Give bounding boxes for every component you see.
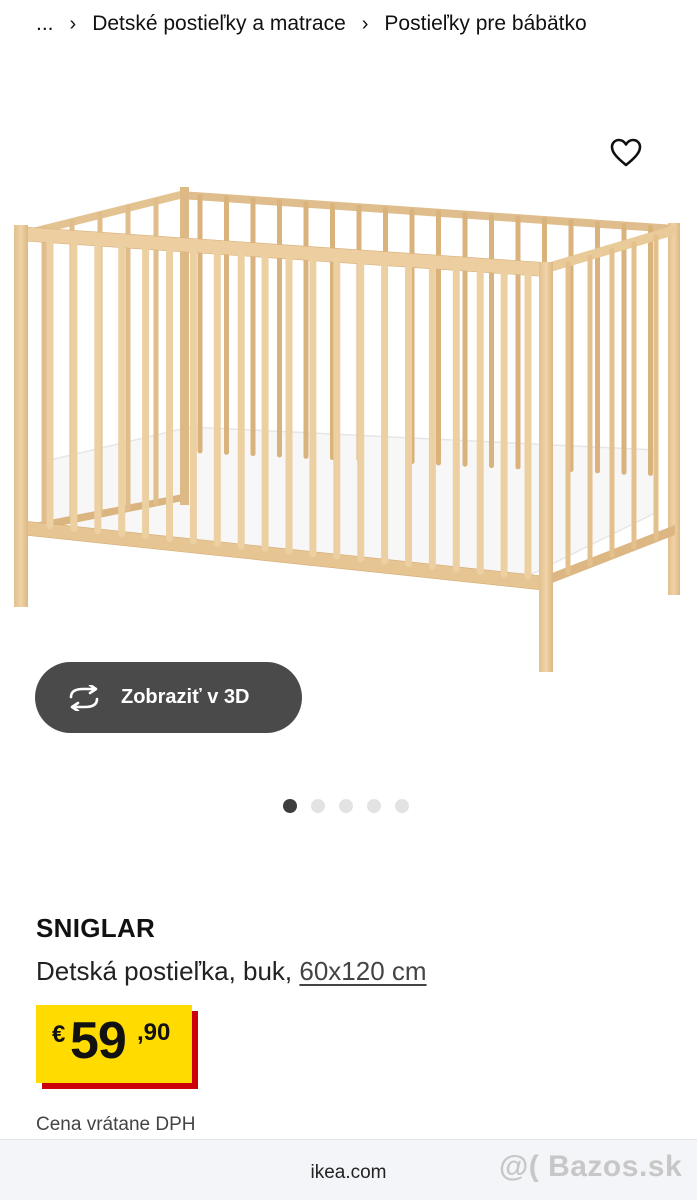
bazos-watermark: @( Bazos.sk	[499, 1150, 683, 1183]
breadcrumb-cribs-mattresses[interactable]: Detské postieľky a matrace	[92, 12, 346, 36]
browser-address-bar[interactable]: ikea.com @( Bazos.sk	[0, 1139, 697, 1200]
product-image	[14, 187, 680, 672]
product-name: SNIGLAR	[36, 913, 156, 943]
carousel-dot[interactable]	[367, 799, 381, 813]
rotate-3d-icon	[65, 683, 105, 713]
mattress	[49, 426, 656, 576]
product-size-link[interactable]: 60x120 cm	[299, 956, 426, 986]
heart-icon	[610, 138, 642, 167]
front-slats	[46, 237, 532, 580]
breadcrumb: ... › Detské postieľky a matrace › Posti…	[36, 10, 587, 38]
view-in-3d-button[interactable]: Zobraziť v 3D	[35, 662, 302, 733]
chevron-right-icon: ›	[361, 13, 369, 35]
carousel-dot[interactable]	[339, 799, 353, 813]
favorite-button[interactable]	[604, 133, 648, 173]
carousel-dot[interactable]	[395, 799, 409, 813]
price-currency: €	[52, 1021, 66, 1048]
chevron-right-icon: ›	[69, 13, 77, 35]
price-box: € 59 ,90	[36, 1005, 192, 1083]
price-decimal: ,90	[137, 1019, 171, 1046]
carousel-dot[interactable]	[283, 799, 297, 813]
carousel-dots	[283, 799, 409, 813]
vat-note: Cena vrátane DPH	[36, 1114, 196, 1135]
view-in-3d-label: Zobraziť v 3D	[121, 686, 250, 708]
product-description: Detská postieľka, buk, 60x120 cm	[36, 956, 427, 987]
product-type-text: Detská postieľka, buk,	[36, 956, 293, 986]
price-tag: € 59 ,90	[36, 1005, 198, 1089]
carousel-dot[interactable]	[311, 799, 325, 813]
breadcrumb-baby-cribs[interactable]: Postieľky pre bábätko	[384, 12, 586, 36]
price-integer: 59	[70, 1012, 127, 1070]
breadcrumb-ellipsis[interactable]: ...	[36, 12, 54, 36]
